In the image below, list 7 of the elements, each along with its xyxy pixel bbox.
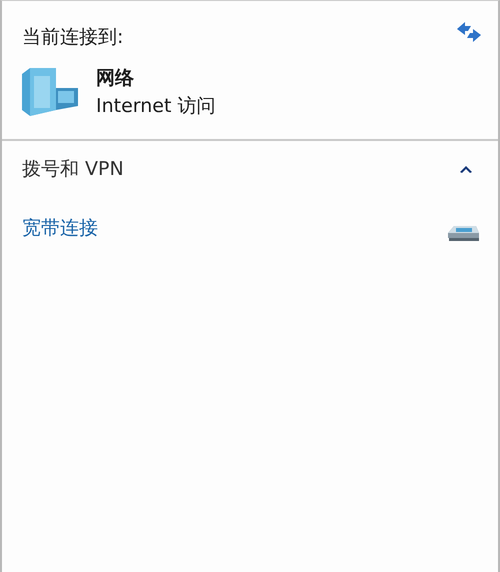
network-name: 网络 bbox=[96, 66, 135, 90]
modem-icon bbox=[446, 223, 480, 243]
section-title: 拨号和 VPN bbox=[22, 156, 124, 182]
network-icon bbox=[20, 66, 80, 118]
connection-link[interactable]: 宽带连接 bbox=[22, 214, 98, 242]
header-title: 当前连接到: bbox=[22, 25, 124, 50]
network-access: Internet 访问 bbox=[96, 94, 216, 119]
